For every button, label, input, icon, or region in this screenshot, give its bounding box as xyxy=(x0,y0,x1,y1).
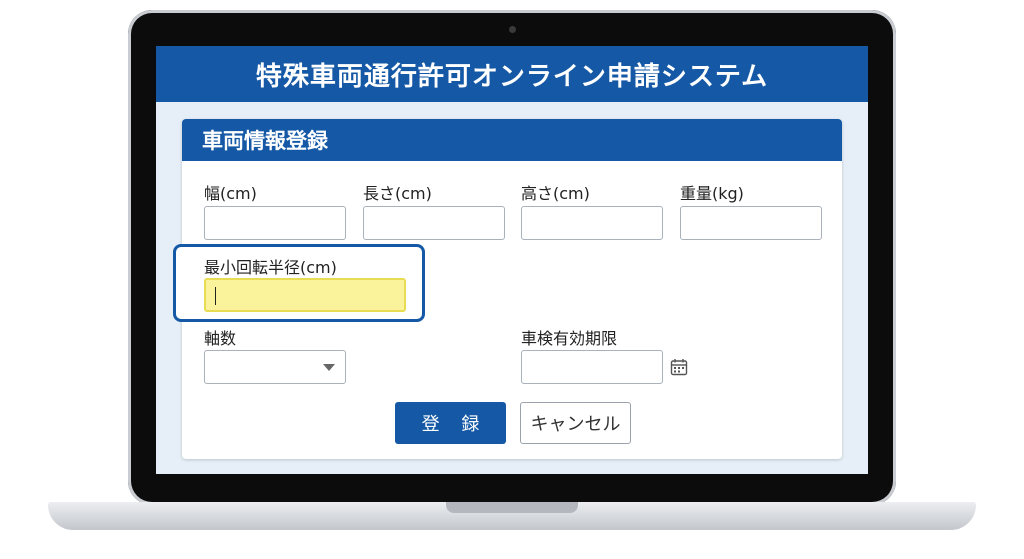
min-turning-radius-label: 最小回転半径(cm) xyxy=(204,258,337,277)
chevron-down-icon xyxy=(323,364,335,371)
height-input[interactable] xyxy=(521,206,663,240)
cancel-button[interactable]: キャンセル xyxy=(520,402,631,444)
length-label: 長さ(cm) xyxy=(363,184,432,203)
axles-select[interactable] xyxy=(204,350,346,384)
app-window: 特殊車両通行許可オンライン申請システム 車両情報登録 幅(cm) 長さ(cm) … xyxy=(156,46,868,474)
register-button[interactable]: 登 録 xyxy=(395,402,506,444)
form-section-title: 車両情報登録 xyxy=(182,119,842,161)
width-input[interactable] xyxy=(204,206,346,240)
vehicle-registration-form: 車両情報登録 幅(cm) 長さ(cm) 高さ(cm) 重量(kg) 最小回転半径… xyxy=(173,119,842,459)
axles-label: 軸数 xyxy=(204,329,237,348)
weight-label: 重量(kg) xyxy=(680,184,744,203)
laptop-base-notch xyxy=(446,502,578,513)
inspection-expiry-input[interactable] xyxy=(521,350,663,384)
inspection-expiry-label: 車検有効期限 xyxy=(521,329,618,348)
height-label: 高さ(cm) xyxy=(521,184,590,203)
length-input[interactable] xyxy=(363,206,505,240)
text-caret xyxy=(215,287,216,305)
app-title: 特殊車両通行許可オンライン申請システム xyxy=(156,46,868,102)
min-turning-radius-input[interactable] xyxy=(204,278,406,312)
webcam xyxy=(509,26,516,33)
laptop-base xyxy=(48,502,976,530)
calendar-icon[interactable] xyxy=(670,358,688,376)
laptop-lid: 特殊車両通行許可オンライン申請システム 車両情報登録 幅(cm) 長さ(cm) … xyxy=(128,10,896,505)
weight-input[interactable] xyxy=(680,206,822,240)
width-label: 幅(cm) xyxy=(204,184,257,203)
